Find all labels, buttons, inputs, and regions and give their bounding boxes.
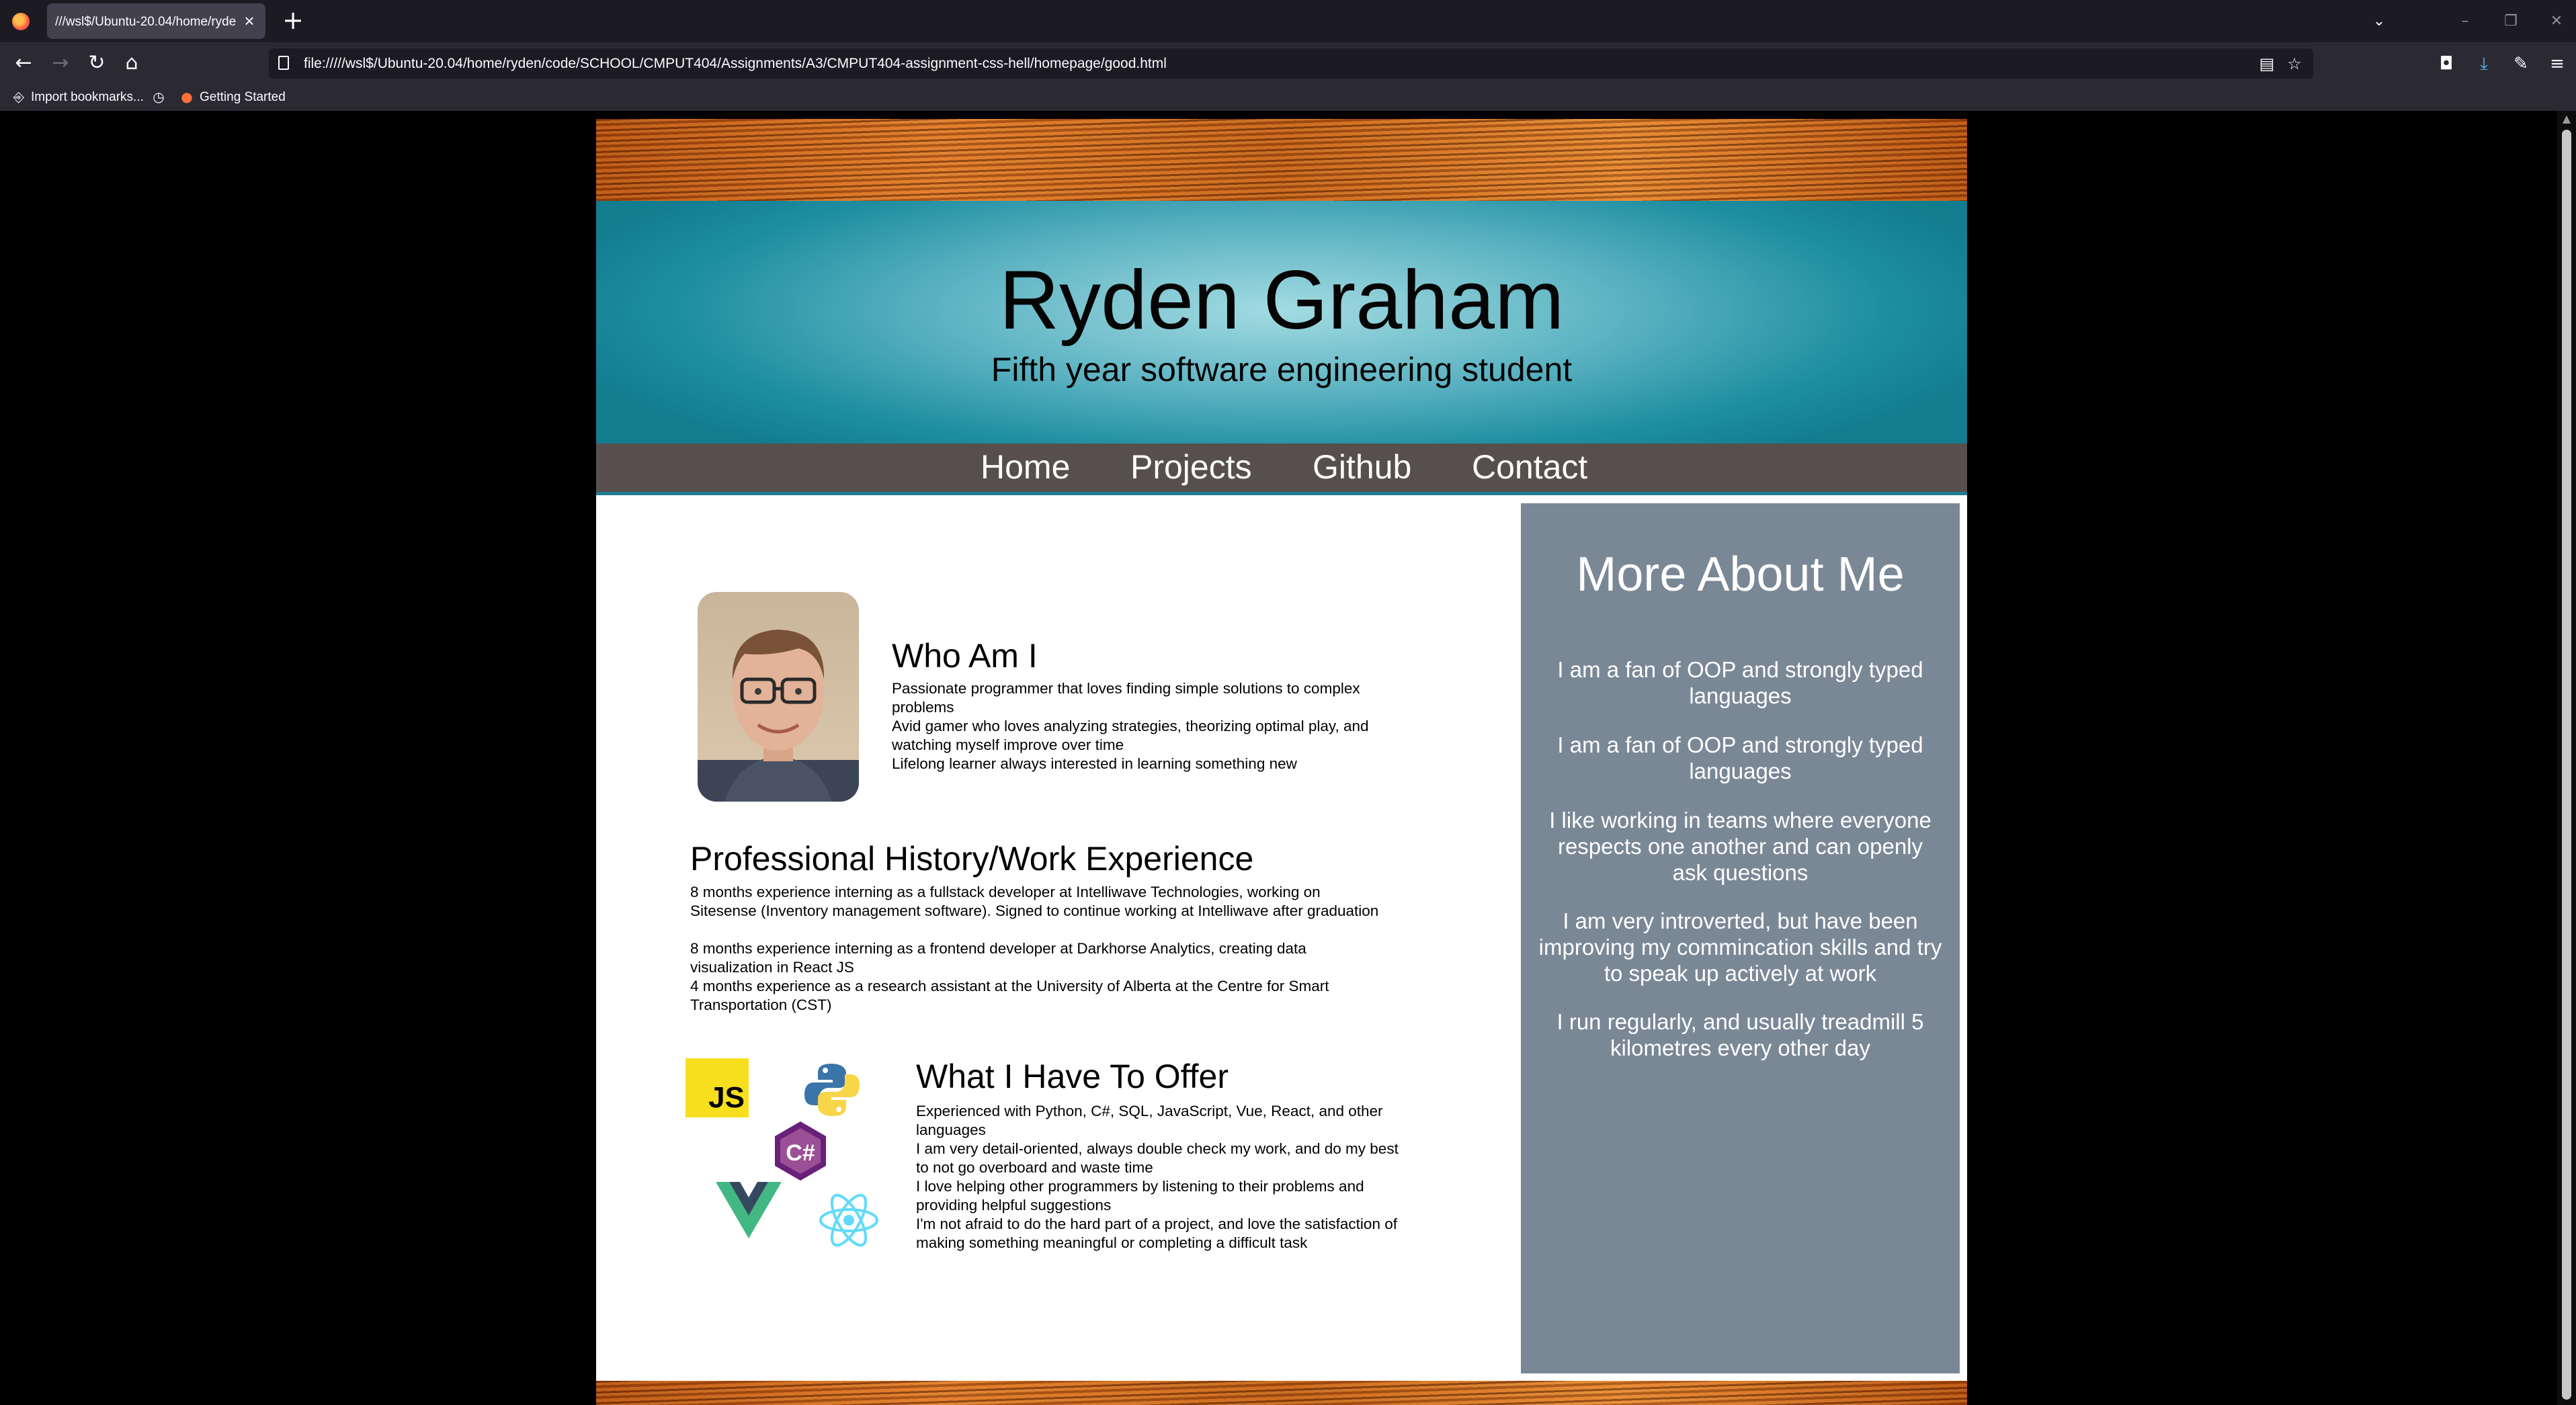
firefox-logo-icon: [12, 13, 30, 30]
minimize-icon[interactable]: –: [2452, 9, 2479, 34]
tab-bar: ///wsl$/Ubuntu-20.04/home/ryden/code/SCH…: [0, 0, 2576, 42]
sidebar-item: I run regularly, and usually treadmill 5…: [1556, 1009, 1924, 1060]
tab-close-icon[interactable]: ×: [239, 10, 260, 32]
react-logo-icon: [819, 1193, 878, 1247]
extensions-icon[interactable]: ✎: [2507, 50, 2534, 77]
who-am-i-line: Lifelong learner always interested in le…: [892, 755, 1297, 772]
history-line: 8 months experience interning as a front…: [690, 940, 1306, 976]
offer-line: I'm not afraid to do the hard part of a …: [916, 1216, 1397, 1251]
sidebar-item: I am a fan of OOP and strongly typed lan…: [1557, 657, 1923, 708]
reader-view-icon[interactable]: ▤: [2256, 53, 2278, 75]
list-all-tabs-icon[interactable]: ⌄: [2367, 9, 2391, 34]
wood-banner-top: [596, 119, 1967, 201]
hero-header: Ryden Graham Fifth year software enginee…: [596, 201, 1967, 443]
offer-line: I love helping other programmers by list…: [916, 1178, 1364, 1214]
browser-tab[interactable]: ///wsl$/Ubuntu-20.04/home/ryden/code/SCH…: [47, 3, 265, 39]
navigation-toolbar: ← → ↻ ⌂ file://///wsl$/Ubuntu-20.04/home…: [0, 42, 2576, 84]
nav-contact[interactable]: Contact: [1472, 448, 1587, 486]
import-icon: ⎆: [13, 89, 24, 105]
new-tab-icon[interactable]: +: [281, 7, 305, 33]
scroll-up-arrow-icon[interactable]: ▲: [2559, 112, 2574, 127]
scrollbar-thumb[interactable]: [2562, 130, 2571, 1400]
history-clock-icon[interactable]: ◷: [151, 89, 167, 105]
firefox-bookmark-icon: ●: [181, 89, 193, 105]
who-am-i-heading: Who Am I: [892, 637, 1038, 675]
history-line: 8 months experience interning as a fulls…: [690, 884, 1379, 919]
main-content: Who Am I Passionate programmer that love…: [596, 495, 1967, 1381]
nav-github[interactable]: Github: [1313, 448, 1411, 486]
site-container: Ryden Graham Fifth year software enginee…: [596, 119, 1967, 1405]
bookmark-getting-started[interactable]: Getting Started: [200, 90, 286, 105]
nav-home[interactable]: Home: [981, 448, 1070, 486]
home-icon[interactable]: ⌂: [118, 50, 145, 77]
url-text[interactable]: file://///wsl$/Ubuntu-20.04/home/ryden/c…: [304, 56, 1167, 72]
more-about-me-sidebar: More About Me I am a fan of OOP and stro…: [1521, 503, 1960, 1373]
downloads-icon[interactable]: ⤓: [2470, 50, 2497, 77]
site-title: Ryden Graham: [999, 254, 1565, 347]
bookmark-import[interactable]: Import bookmarks...: [31, 90, 144, 105]
avatar: [698, 592, 859, 802]
back-icon[interactable]: ←: [10, 50, 37, 77]
offer-heading: What I Have To Offer: [916, 1058, 1229, 1095]
page-icon: [278, 56, 289, 70]
who-am-i-line: Avid gamer who loves analyzing strategie…: [892, 718, 1369, 753]
wood-banner-bottom: [596, 1381, 1967, 1405]
bookmarks-toolbar: ⎆ Import bookmarks... ◷ ● Getting Starte…: [0, 84, 2576, 111]
site-subtitle: Fifth year software engineering student: [991, 351, 1573, 388]
offer-line: I am very detail-oriented, always double…: [916, 1140, 1399, 1176]
page-scrollbar[interactable]: ▲: [2557, 111, 2576, 1405]
close-window-icon[interactable]: ✕: [2543, 9, 2570, 34]
javascript-logo-text: JS: [708, 1081, 745, 1114]
offer-line: Experienced with Python, C#, SQL, JavaSc…: [916, 1103, 1383, 1138]
csharp-logo-icon: C#: [775, 1121, 826, 1181]
sidebar-title: More About Me: [1576, 548, 1905, 601]
bookmark-star-icon[interactable]: ☆: [2284, 53, 2305, 75]
sidebar-item: I am a fan of OOP and strongly typed lan…: [1557, 732, 1923, 783]
menu-icon[interactable]: ≡: [2544, 50, 2571, 77]
javascript-logo-icon: JS: [685, 1058, 749, 1117]
reload-icon[interactable]: ↻: [83, 50, 110, 77]
pocket-icon[interactable]: ◘: [2433, 50, 2460, 77]
site-navigation: Home Projects Github Contact: [596, 443, 1967, 495]
sidebar-item: I am very introverted, but have been imp…: [1538, 908, 1942, 986]
csharp-logo-text: C#: [786, 1140, 815, 1166]
history-heading: Professional History/Work Experience: [690, 840, 1254, 878]
sidebar-item: I like working in teams where everyone r…: [1549, 808, 1931, 885]
forward-icon[interactable]: →: [47, 50, 74, 77]
who-am-i-line: Passionate programmer that loves finding…: [892, 680, 1360, 716]
tab-title: ///wsl$/Ubuntu-20.04/home/ryden/code/SCH…: [55, 15, 237, 29]
vue-logo-icon: [716, 1182, 782, 1238]
python-logo-icon: [804, 1064, 860, 1116]
url-bar[interactable]: file://///wsl$/Ubuntu-20.04/home/ryden/c…: [269, 48, 2313, 79]
restore-icon[interactable]: ❐: [2497, 9, 2524, 34]
nav-projects[interactable]: Projects: [1130, 448, 1252, 486]
page-viewport: Ryden Graham Fifth year software enginee…: [0, 111, 2576, 1405]
history-line: 4 months experience as a research assist…: [690, 978, 1329, 1013]
